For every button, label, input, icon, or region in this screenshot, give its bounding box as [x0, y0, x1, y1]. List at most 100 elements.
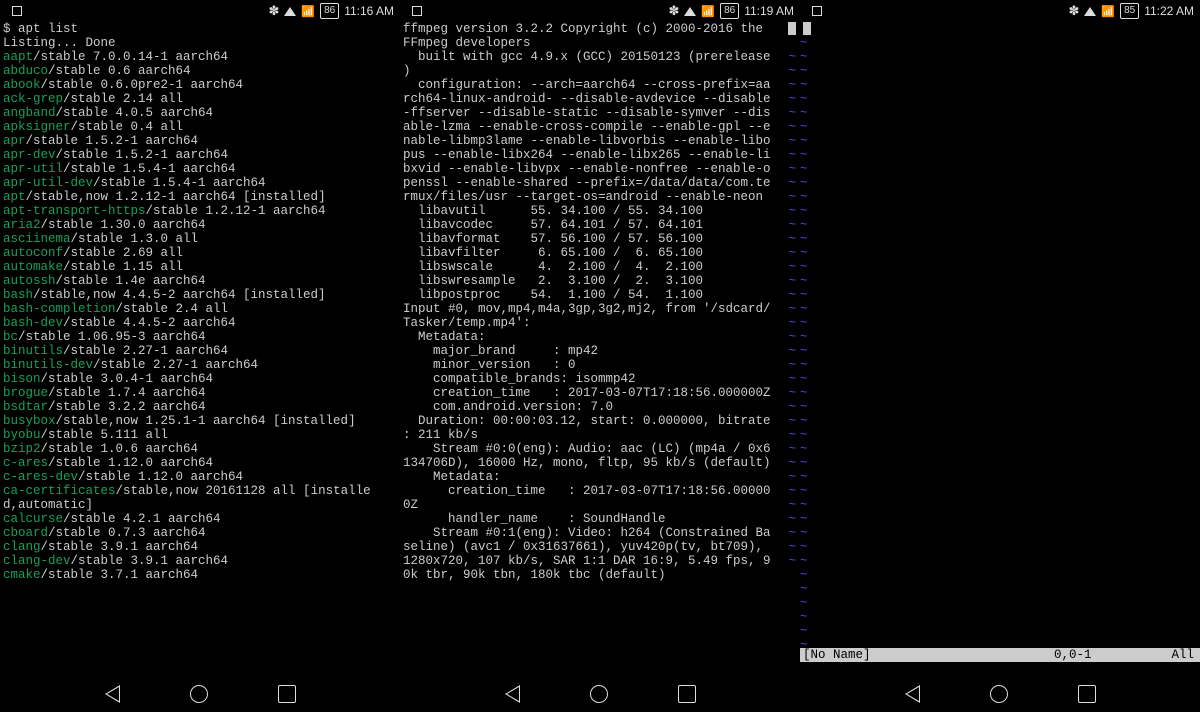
vim-buffer-name: [No Name] — [800, 648, 871, 662]
signal-icon — [701, 4, 715, 19]
package-version: /stable 3.0.4-1 aarch64 — [41, 372, 214, 386]
package-line: apr-util/stable 1.5.4-1 aarch64 — [3, 162, 397, 176]
package-name: aria2 — [3, 218, 41, 232]
vim-tilde: ~ — [788, 288, 796, 302]
nav-recent-button[interactable] — [278, 685, 296, 703]
terminal-columns: $ apt listListing... Doneaapt/stable 7.0… — [0, 22, 1200, 676]
vim-tilde: ~ — [788, 78, 796, 92]
vim-tilde: ~ — [788, 274, 796, 288]
battery-icon: 86 — [720, 3, 739, 19]
nav-back-button[interactable] — [505, 685, 520, 703]
package-version: /stable 1.5.4-1 aarch64 — [93, 176, 266, 190]
status-bar-1: 86 11:16 AM — [0, 0, 400, 22]
nav-back-button[interactable] — [905, 685, 920, 703]
clock: 11:22 AM — [1144, 4, 1194, 18]
output-line: able-lzma --enable-cross-compile --enabl… — [403, 120, 797, 134]
vim-tilde: ~ — [788, 540, 796, 554]
output-line: minor_version : 0 — [403, 358, 797, 372]
vim-tilde: ~ — [800, 372, 808, 386]
package-version: /stable 0.7.3 aarch64 — [48, 526, 206, 540]
package-version: /stable 1.12.0 aarch64 — [78, 470, 243, 484]
vim-tilde: ~ — [800, 414, 808, 428]
vim-tilde: ~ — [788, 512, 796, 526]
package-line: d,automatic] — [3, 498, 397, 512]
package-version: /stable 1.5.2-1 aarch64 — [26, 134, 199, 148]
terminal-col-3[interactable]: ~~~~~~~~~~~~~~~~~~~~~~~~~~~~~~~~~~~~~~~~… — [800, 22, 1200, 676]
package-line: clang/stable 3.9.1 aarch64 — [3, 540, 397, 554]
notification-icon — [412, 6, 422, 16]
vim-tilde: ~ — [800, 596, 808, 610]
vim-tilde: ~ — [788, 344, 796, 358]
package-name: bash-dev — [3, 316, 63, 330]
package-name: bzip2 — [3, 442, 41, 456]
nav-home-button[interactable] — [590, 685, 608, 703]
vim-tilde: ~ — [788, 92, 796, 106]
package-version: /stable 4.4.5-2 aarch64 — [63, 316, 236, 330]
package-line: bash-dev/stable 4.4.5-2 aarch64 — [3, 316, 397, 330]
signal-icon — [301, 4, 315, 19]
package-version: /stable 1.5.2-1 aarch64 — [56, 148, 229, 162]
battery-icon: 85 — [1120, 3, 1139, 19]
package-line: abduco/stable 0.6 aarch64 — [3, 64, 397, 78]
package-line: apr-dev/stable 1.5.2-1 aarch64 — [3, 148, 397, 162]
vim-tilde: ~ — [800, 484, 808, 498]
package-line: byobu/stable 5.111 all — [3, 428, 397, 442]
vim-tilde: ~ — [800, 218, 808, 232]
status-bars: 86 11:16 AM 86 11:19 AM 85 11:22 AM — [0, 0, 1200, 22]
package-name: abook — [3, 78, 41, 92]
vim-tilde: ~ — [788, 316, 796, 330]
vim-tilde: ~ — [800, 260, 808, 274]
vim-tilde: ~ — [800, 274, 808, 288]
terminal-col-2[interactable]: ffmpeg version 3.2.2 Copyright (c) 2000-… — [400, 22, 800, 676]
vim-tilde: ~ — [800, 540, 808, 554]
nav-back-button[interactable] — [105, 685, 120, 703]
vim-tilde: ~ — [800, 190, 808, 204]
vim-tilde: ~ — [800, 36, 808, 50]
package-name: binutils — [3, 344, 63, 358]
package-name: brogue — [3, 386, 48, 400]
package-version: /stable 2.69 all — [63, 246, 183, 260]
vim-tilde: ~ — [800, 358, 808, 372]
output-line: FFmpeg developers — [403, 36, 797, 50]
package-line: bsdtar/stable 3.2.2 aarch64 — [3, 400, 397, 414]
output-line: 0Z — [403, 498, 797, 512]
vim-tilde: ~ — [800, 134, 808, 148]
package-version: /stable 2.14 all — [63, 92, 183, 106]
package-version: /stable,now 1.2.12-1 aarch64 [installed] — [26, 190, 326, 204]
package-version: /stable 4.0.5 aarch64 — [56, 106, 214, 120]
package-line: ack-grep/stable 2.14 all — [3, 92, 397, 106]
clock: 11:16 AM — [344, 4, 394, 18]
package-line: autoconf/stable 2.69 all — [3, 246, 397, 260]
output-line: pus --enable-libx264 --enable-libx265 --… — [403, 148, 797, 162]
vim-tilde: ~ — [788, 554, 796, 568]
vim-tilde: ~ — [800, 232, 808, 246]
terminal-col-1[interactable]: $ apt listListing... Doneaapt/stable 7.0… — [0, 22, 400, 676]
nav-home-button[interactable] — [990, 685, 1008, 703]
package-line: bison/stable 3.0.4-1 aarch64 — [3, 372, 397, 386]
package-line: apt/stable,now 1.2.12-1 aarch64 [install… — [3, 190, 397, 204]
package-version: d,automatic] — [3, 498, 93, 512]
vim-scroll-pos: All — [1171, 648, 1200, 662]
output-line: Stream #0:1(eng): Video: h264 (Constrain… — [403, 526, 797, 540]
nav-recent-button[interactable] — [1078, 685, 1096, 703]
package-name: asciinema — [3, 232, 71, 246]
vim-tilde: ~ — [788, 372, 796, 386]
vim-tilde: ~ — [788, 176, 796, 190]
vim-tilde: ~ — [788, 456, 796, 470]
vim-tilde: ~ — [788, 470, 796, 484]
vim-tilde: ~ — [800, 78, 808, 92]
package-name: clang — [3, 540, 41, 554]
nav-recent-button[interactable] — [678, 685, 696, 703]
listing-line: Listing... Done — [3, 36, 397, 50]
vim-cursor-pos: 0,0-1 — [1054, 648, 1092, 662]
vim-tilde: ~ — [800, 512, 808, 526]
package-version: /stable 2.4 all — [116, 302, 229, 316]
package-name: aapt — [3, 50, 33, 64]
package-version: /stable 0.4 all — [71, 120, 184, 134]
package-version: /stable 3.9.1 aarch64 — [71, 554, 229, 568]
vim-tilde: ~ — [788, 64, 796, 78]
package-line: bash-completion/stable 2.4 all — [3, 302, 397, 316]
vim-tilde: ~ — [800, 246, 808, 260]
output-line: built with gcc 4.9.x (GCC) 20150123 (pre… — [403, 50, 797, 64]
nav-home-button[interactable] — [190, 685, 208, 703]
